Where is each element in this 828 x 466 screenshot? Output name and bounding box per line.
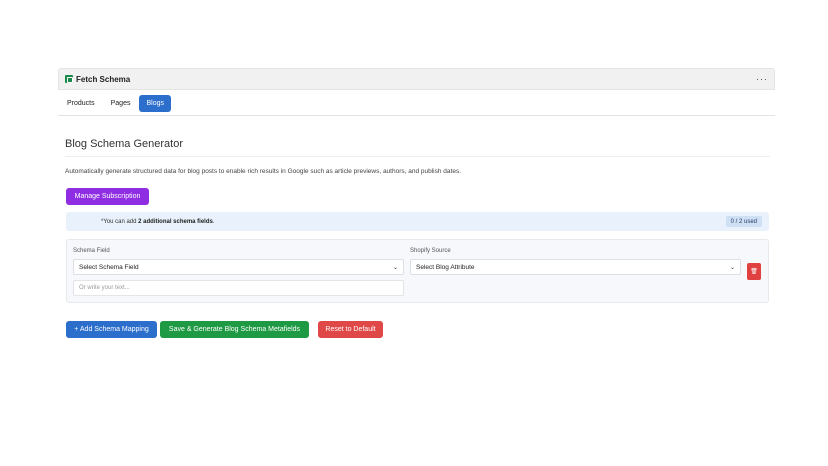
trash-icon: 🗑 [750,269,758,275]
tab-products[interactable]: Products [60,95,102,112]
add-schema-mapping-button[interactable]: + Add Schema Mapping [66,321,157,338]
custom-text-input[interactable]: Or write your text... [73,280,404,296]
usage-info-suffix: . [212,218,215,225]
app-title-bar: Fetch Schema ··· [58,68,775,90]
usage-info-text: *You can add 2 additional schema fields. [101,219,215,225]
schema-field-select[interactable]: Select Schema Field ⌄ [73,259,404,275]
schema-field-label: Schema Field [73,248,110,254]
title-divider [65,156,770,157]
usage-badge: 0 / 2 used [725,216,762,227]
chevron-down-icon: ⌄ [392,264,398,271]
reset-default-button[interactable]: Reset to Default [318,321,383,338]
shopify-source-value: Select Blog Attribute [416,263,475,271]
delete-mapping-button[interactable]: 🗑 [747,263,761,280]
page-title: Blog Schema Generator [65,138,184,150]
nav-tabs: Products Pages Blogs [58,92,775,116]
schema-field-value: Select Schema Field [79,263,139,271]
chevron-down-icon: ⌄ [729,264,735,271]
usage-info-highlight: 2 additional schema fields [138,218,213,225]
schema-mapping-row: Schema Field Select Schema Field ⌄ Or wr… [66,239,769,303]
tab-pages[interactable]: Pages [104,95,138,112]
save-generate-button[interactable]: Save & Generate Blog Schema Metafields [160,321,309,338]
manage-subscription-button[interactable]: Manage Subscription [66,188,149,205]
usage-info-banner: *You can add 2 additional schema fields.… [66,212,769,231]
usage-info-prefix: *You can add [101,218,139,225]
app-logo-icon [65,75,73,83]
shopify-source-label: Shopify Source [410,248,451,254]
app-title: Fetch Schema [76,74,131,84]
more-options-icon[interactable]: ··· [756,74,768,84]
tab-blogs[interactable]: Blogs [139,95,171,112]
page-description: Automatically generate structured data f… [65,168,461,175]
shopify-source-select[interactable]: Select Blog Attribute ⌄ [410,259,741,275]
